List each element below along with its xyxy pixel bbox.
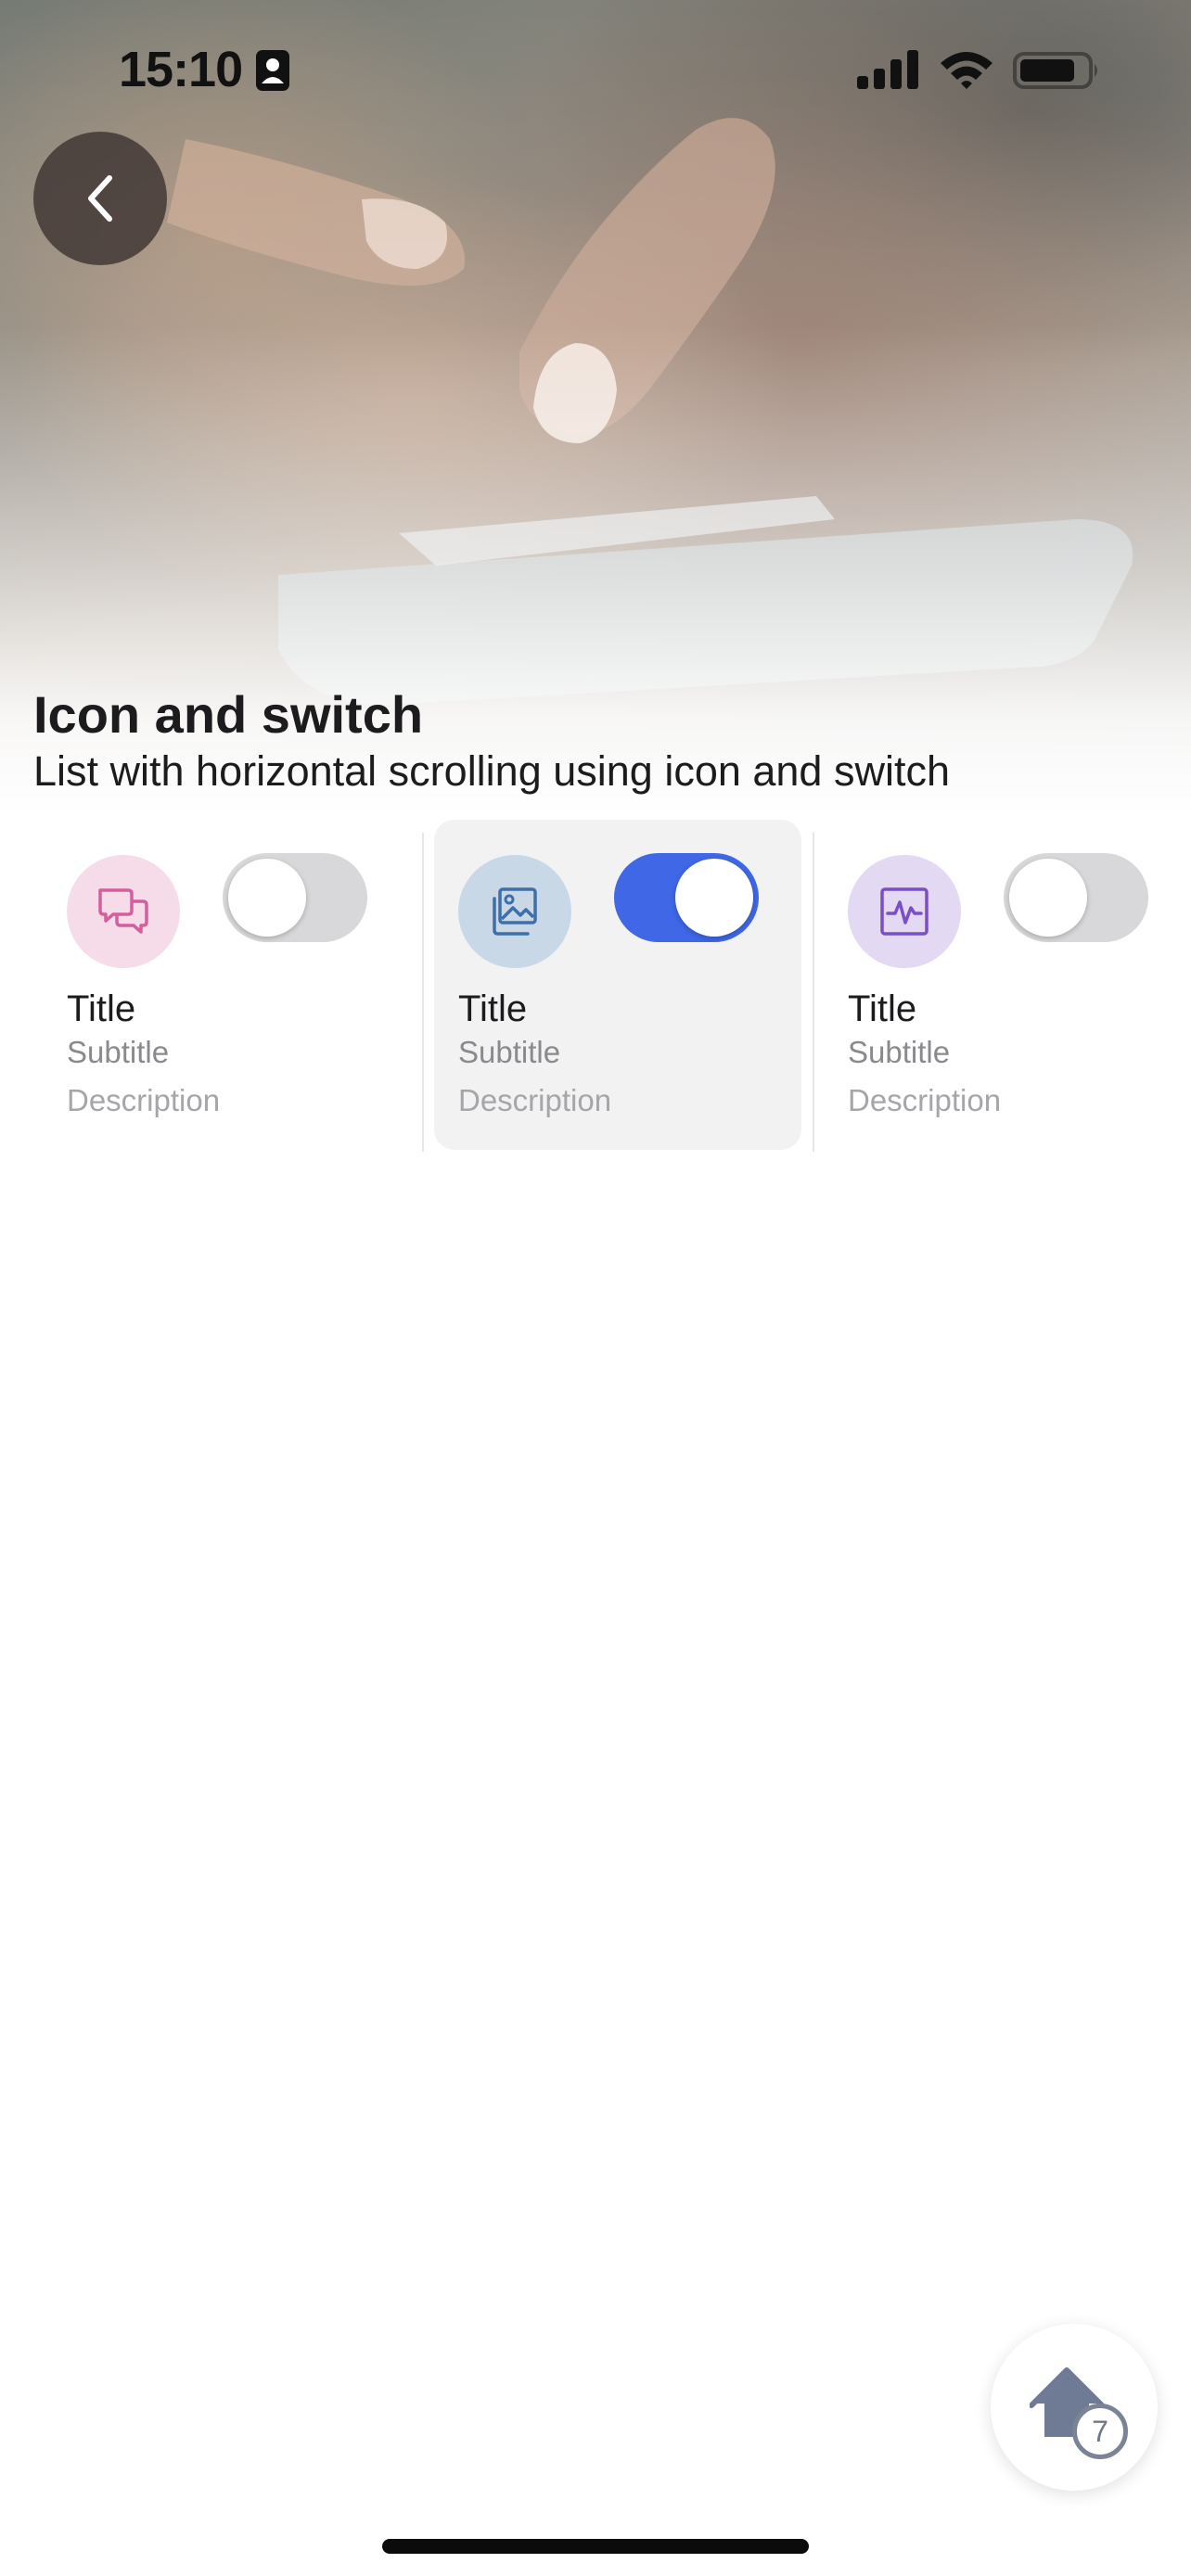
switch-knob	[1009, 859, 1087, 937]
card-divider	[813, 833, 814, 1152]
card-title: Title	[848, 988, 917, 1029]
card-description: Description	[67, 1083, 221, 1117]
list-card-selected[interactable]: Title Subtitle Description	[434, 820, 801, 1150]
back-button[interactable]	[33, 132, 167, 265]
card-subtitle: Subtitle	[458, 1035, 561, 1069]
card-switch[interactable]	[1004, 853, 1148, 942]
card-divider	[422, 833, 424, 1152]
switch-knob	[675, 859, 753, 937]
card-description: Description	[458, 1083, 612, 1117]
card-subtitle: Subtitle	[67, 1035, 170, 1069]
card-switch[interactable]	[614, 853, 759, 942]
horizontal-card-list[interactable]: Title Subtitle Description Title Subtitl…	[0, 820, 1191, 1152]
card-title: Title	[458, 988, 528, 1029]
image-gallery-icon	[493, 887, 537, 936]
card-title: Title	[67, 988, 136, 1029]
chevron-left-icon	[88, 175, 112, 222]
chat-bubbles-icon	[98, 888, 148, 934]
contact-card-icon	[256, 50, 289, 91]
wifi-icon	[941, 52, 992, 89]
page-title: Icon and switch	[33, 685, 424, 744]
home-badge-count: 7	[1072, 2404, 1128, 2459]
page-subtitle: List with horizontal scrolling using ico…	[33, 747, 950, 795]
card-subtitle: Subtitle	[848, 1035, 951, 1069]
list-card[interactable]: Title Subtitle Description	[824, 820, 1191, 1150]
switch-knob	[228, 859, 306, 937]
card-icon-circle	[458, 855, 571, 968]
home-indicator[interactable]	[382, 2539, 809, 2554]
activity-pulse-icon	[880, 887, 928, 936]
list-card[interactable]: Title Subtitle Description	[43, 820, 410, 1150]
home-button[interactable]: 7	[991, 2324, 1158, 2491]
card-description: Description	[848, 1083, 1002, 1117]
cellular-signal-icon	[857, 50, 918, 89]
status-time: 15:10	[119, 42, 243, 97]
card-icon-circle	[848, 855, 961, 968]
battery-icon	[1013, 52, 1097, 89]
card-icon-circle	[67, 855, 180, 968]
card-switch[interactable]	[223, 853, 367, 942]
